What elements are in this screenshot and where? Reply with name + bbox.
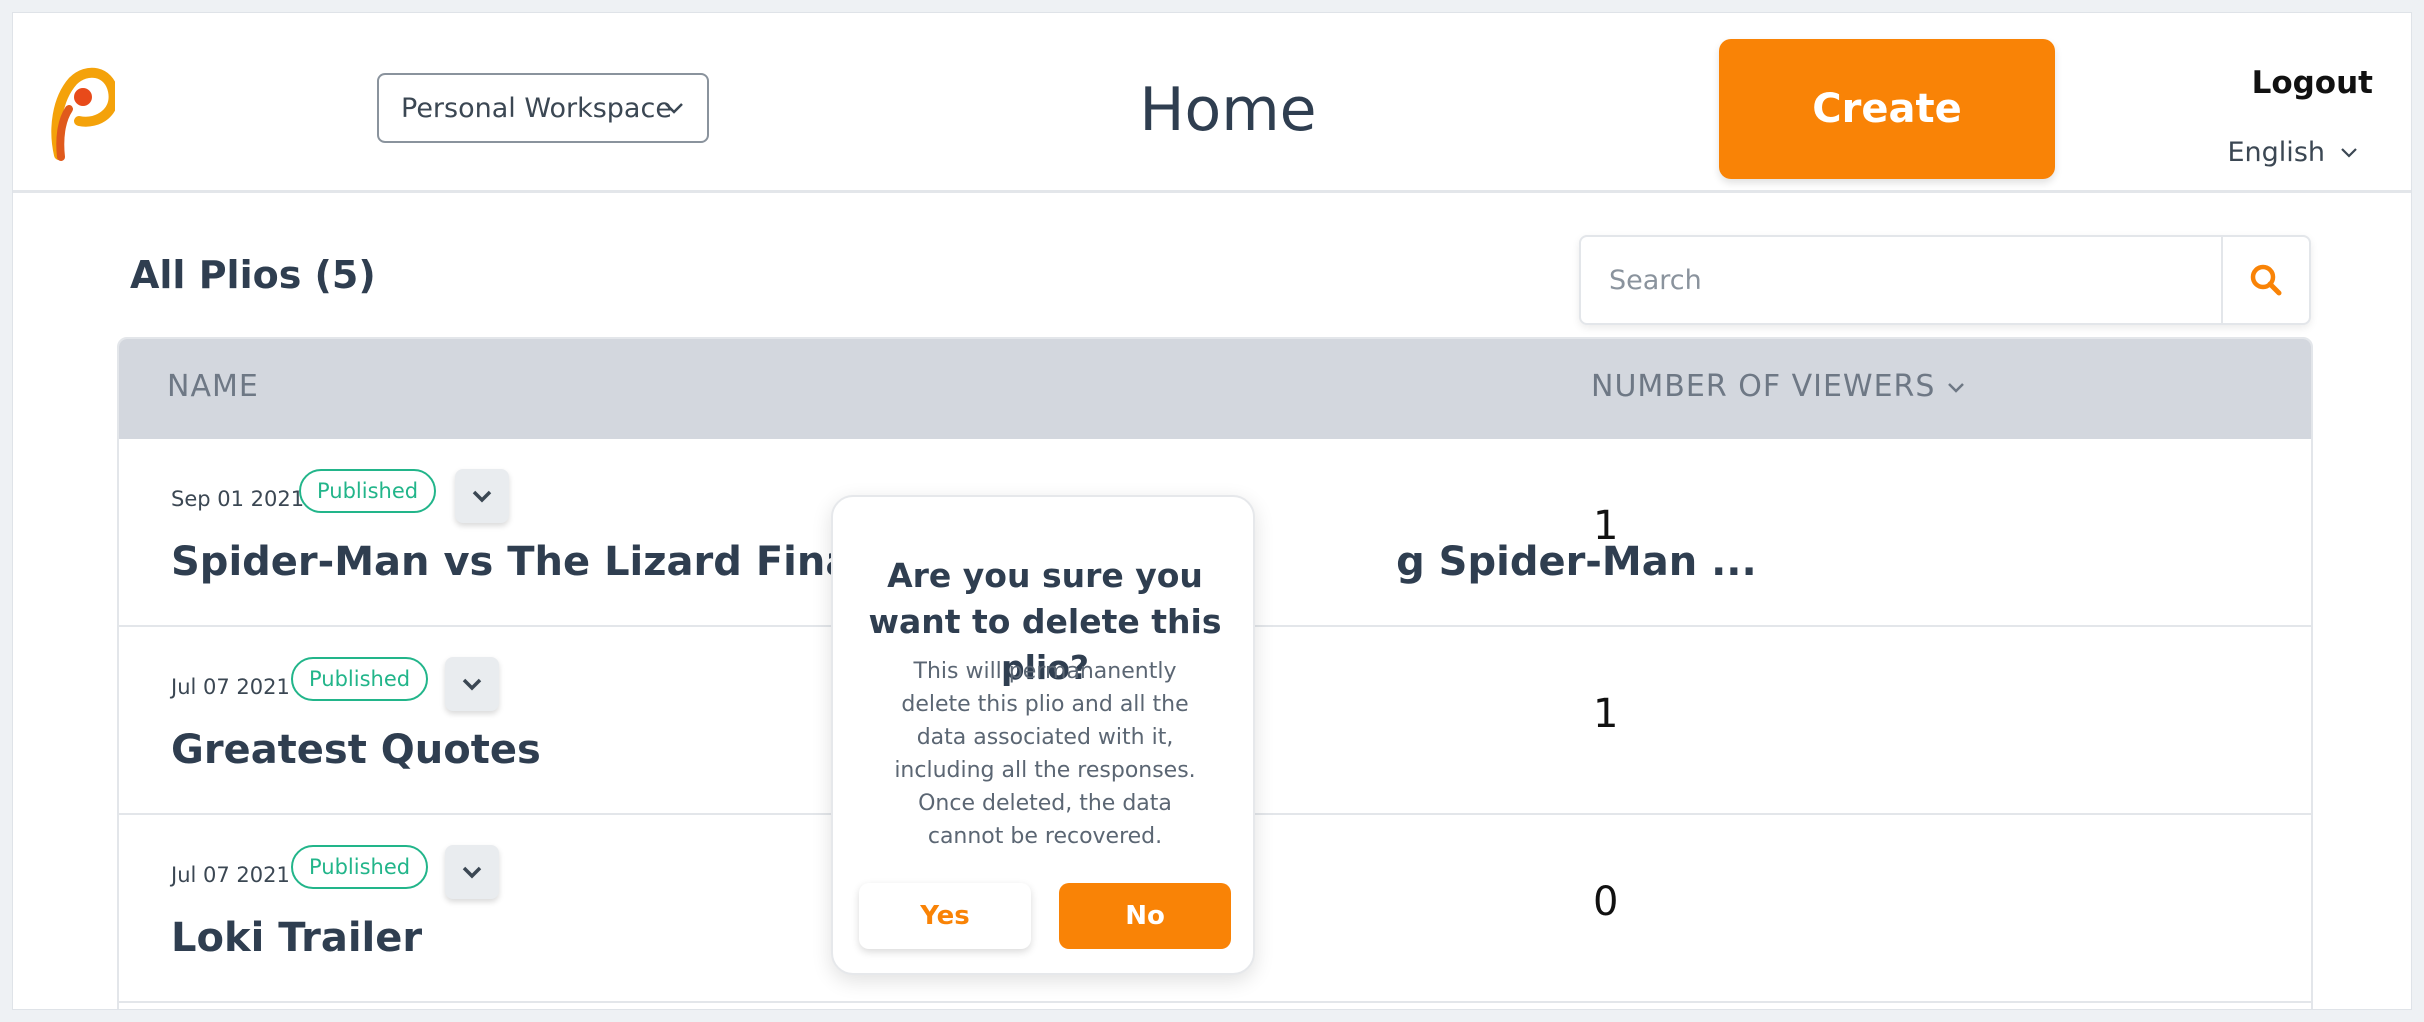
app-window: Personal Workspace Home Create Logout En… [12, 12, 2412, 1010]
workspace-dropdown[interactable]: Personal Workspace [377, 73, 709, 143]
column-header-name: NAME [167, 369, 259, 404]
delete-confirmation-dialog: Are you sure you want to delete this pli… [831, 495, 1255, 975]
plio-date: Sep 01 2021 [171, 487, 305, 511]
search-input[interactable] [1581, 237, 2221, 323]
status-badge: Published [299, 469, 437, 513]
row-options-button[interactable] [445, 657, 499, 711]
status-badge: Published [291, 657, 429, 701]
plio-title[interactable]: Loki Trailer [171, 915, 422, 961]
create-button[interactable]: Create [1719, 39, 2055, 179]
column-header-viewers[interactable]: NUMBER OF VIEWERS [1591, 369, 1935, 404]
search-box [1579, 235, 2311, 325]
chevron-down-icon [462, 866, 482, 879]
table-header: NAME NUMBER OF VIEWERS [119, 339, 2311, 439]
page-title: Home [1139, 75, 1317, 145]
confirm-yes-button[interactable]: Yes [859, 883, 1031, 949]
workspace-label: Personal Workspace [401, 92, 672, 124]
list-heading: All Plios (5) [130, 253, 376, 297]
viewer-count: 0 [1593, 879, 1619, 925]
plio-date: Jul 07 2021 [171, 675, 290, 699]
row-options-button[interactable] [455, 469, 509, 523]
chevron-down-icon [462, 678, 482, 691]
search-button[interactable] [2221, 237, 2309, 323]
chevron-down-icon [665, 103, 683, 114]
viewer-count: 1 [1593, 691, 1619, 737]
status-badge: Published [291, 845, 429, 889]
viewer-count: 1 [1593, 503, 1619, 549]
dialog-message: This will permananently delete this plio… [894, 659, 1196, 849]
confirm-no-button[interactable]: No [1059, 883, 1231, 949]
language-selector[interactable]: English [2228, 137, 2326, 168]
chevron-down-icon[interactable] [1945, 377, 1967, 399]
top-header: Personal Workspace Home Create Logout En… [13, 13, 2411, 193]
plio-title-end: g Spider-Man ... [1396, 539, 1757, 585]
logout-link[interactable]: Logout [2252, 65, 2373, 101]
chevron-down-icon[interactable] [2339, 143, 2359, 163]
chevron-down-icon [472, 490, 492, 503]
search-icon [2250, 264, 2282, 296]
language-label: English [2227, 137, 2326, 168]
plio-title[interactable]: Greatest Quotes [171, 727, 541, 773]
plio-logo-icon[interactable] [43, 59, 115, 169]
plio-date: Jul 07 2021 [171, 863, 290, 887]
row-options-button[interactable] [445, 845, 499, 899]
